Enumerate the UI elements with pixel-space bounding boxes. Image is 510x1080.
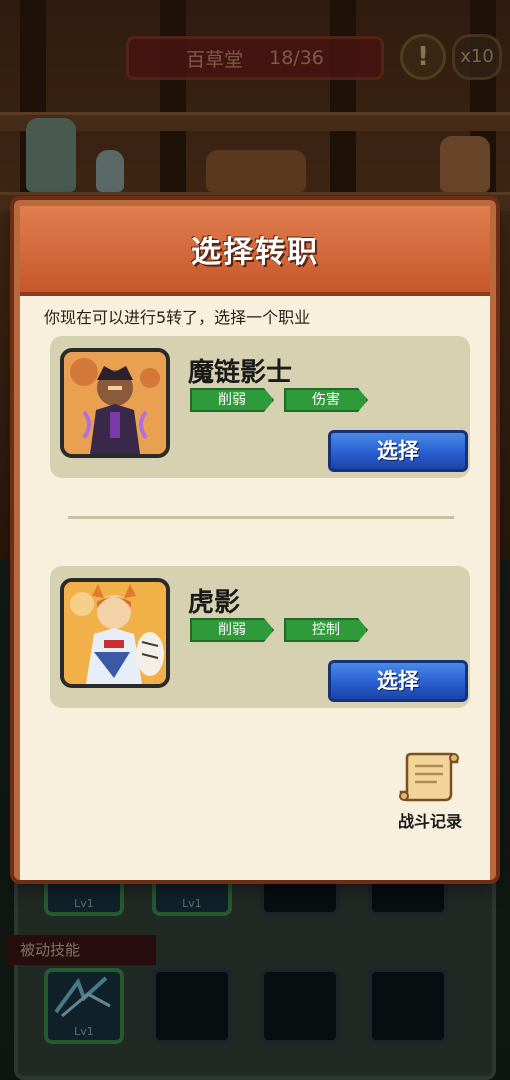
- job-tag: 削弱: [190, 618, 274, 642]
- job-card: 虎影 削弱 控制 选择: [50, 566, 470, 708]
- select-job-button[interactable]: 选择: [328, 430, 468, 472]
- job-portrait: [60, 348, 170, 458]
- dialog-body: 你现在可以进行5转了，选择一个职业 魔链影士 削弱 伤害 选择 虎影 削弱 控制…: [20, 296, 490, 880]
- job-change-dialog: 选择转职 你现在可以进行5转了，选择一个职业 魔链影士 削弱 伤害 选择 虎影 …: [14, 200, 496, 880]
- scroll-icon: [399, 752, 459, 802]
- job-tag: 控制: [284, 618, 368, 642]
- job-tags: 削弱 伤害: [190, 388, 368, 412]
- dialog-title: 选择转职: [191, 235, 319, 270]
- tiger-shadow-avatar: [64, 582, 166, 684]
- job-card: 魔链影士 削弱 伤害 选择: [50, 336, 470, 478]
- job-tags: 削弱 控制: [190, 618, 368, 642]
- select-job-button[interactable]: 选择: [328, 660, 468, 702]
- job-name: 虎影: [188, 588, 241, 618]
- dialog-header: 选择转职: [20, 206, 490, 296]
- battle-record-button[interactable]: 战斗记录: [390, 748, 470, 832]
- divider: [68, 516, 454, 519]
- shadow-chain-warrior-avatar: [64, 352, 166, 454]
- job-name: 魔链影士: [188, 358, 293, 388]
- job-tag: 削弱: [190, 388, 274, 412]
- battle-record-label: 战斗记录: [397, 812, 462, 831]
- dialog-description: 你现在可以进行5转了，选择一个职业: [44, 308, 311, 327]
- job-tag: 伤害: [284, 388, 368, 412]
- job-portrait: [60, 578, 170, 688]
